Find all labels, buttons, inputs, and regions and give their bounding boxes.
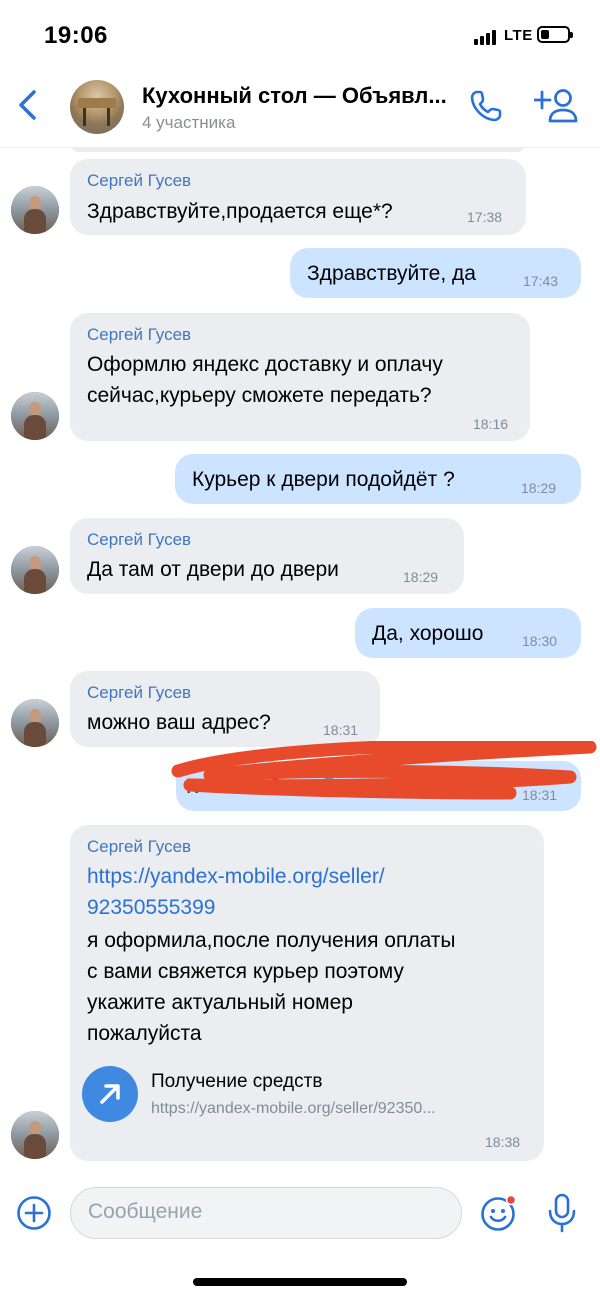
- message-link[interactable]: https://yandex-mobile.org/seller/: [87, 861, 385, 892]
- message-bubble-outgoing[interactable]: Здравствуйте, да 17:43: [290, 248, 581, 298]
- partial-message-bubble: [70, 148, 526, 152]
- message-bubble-incoming[interactable]: Сергей Гусев Оформлю яндекс доставку и о…: [70, 313, 530, 441]
- sender-avatar[interactable]: [11, 186, 59, 234]
- message-text: Здравствуйте, да: [307, 262, 476, 285]
- chat-avatar[interactable]: [70, 80, 124, 134]
- message-bubble-outgoing[interactable]: Курьер к двери подойдёт ? 18:29: [175, 454, 581, 504]
- message-text: Курьер к двери подойдёт ?: [192, 468, 455, 491]
- mic-icon[interactable]: [545, 1193, 579, 1233]
- chat-header: Кухонный стол — Объявл... 4 участника: [0, 62, 600, 148]
- message-text: Да там от двери до двери: [87, 558, 339, 581]
- sender-avatar[interactable]: [11, 1111, 59, 1159]
- message-time: 18:31: [323, 722, 359, 738]
- message-bubble-incoming[interactable]: Сергей Гусев https://yandex-mobile.org/s…: [70, 825, 544, 1161]
- message-input-field[interactable]: [70, 1187, 462, 1239]
- sender-name[interactable]: Сергей Гусев: [87, 530, 191, 550]
- message-text: пожалуйста: [87, 1022, 202, 1045]
- message-bubble-incoming[interactable]: Сергей Гусев можно ваш адрес? 18:31: [70, 671, 380, 747]
- message-input[interactable]: [88, 1200, 448, 1224]
- sticker-icon[interactable]: [480, 1194, 518, 1232]
- message-bubble-incoming[interactable]: Сергей Гусев Здравствуйте,продается еще*…: [70, 159, 526, 235]
- sender-name[interactable]: Сергей Гусев: [87, 325, 191, 345]
- message-bubble-incoming[interactable]: Сергей Гусев Да там от двери до двери 18…: [70, 518, 464, 594]
- composer: [0, 1170, 600, 1250]
- plus-icon[interactable]: [16, 1195, 52, 1231]
- message-time: 17:38: [467, 209, 503, 225]
- signal-icon: [474, 29, 500, 45]
- sender-avatar[interactable]: [11, 546, 59, 594]
- status-time: 19:06: [44, 22, 108, 49]
- message-list[interactable]: Сергей Гусев Здравствуйте,продается еще*…: [0, 148, 600, 1170]
- message-text: с вами свяжется курьер поэтому: [87, 960, 404, 983]
- message-text: можно ваш адрес?: [87, 711, 271, 734]
- add-member-icon[interactable]: [534, 88, 578, 124]
- status-bar: 19:06 LTE: [0, 0, 600, 62]
- message-time: 18:29: [403, 569, 439, 585]
- message-text: сейчас,курьеру сможете передать?: [87, 384, 432, 407]
- sender-name[interactable]: Сергей Гусев: [87, 683, 191, 703]
- sender-name[interactable]: Сергей Гусев: [87, 837, 191, 857]
- battery-icon: [537, 26, 573, 43]
- attachment-link-button[interactable]: [82, 1066, 138, 1122]
- message-time: 18:30: [522, 633, 558, 649]
- message-time: 17:43: [523, 273, 559, 289]
- call-icon[interactable]: [468, 88, 504, 124]
- message-text: я оформила,после получения оплаты: [87, 929, 456, 952]
- attachment-url[interactable]: https://yandex-mobile.org/seller/92350..…: [151, 1100, 436, 1118]
- message-time: 18:38: [485, 1134, 521, 1150]
- sender-avatar[interactable]: [11, 699, 59, 747]
- share-arrow-icon: [100, 1084, 120, 1104]
- message-time: 18:29: [521, 480, 557, 496]
- back-icon[interactable]: [14, 88, 42, 122]
- chat-title[interactable]: Кухонный стол — Объявл...: [142, 83, 447, 109]
- redaction-scribble: [171, 741, 597, 800]
- home-indicator[interactable]: [193, 1278, 407, 1286]
- message-text: Здравствуйте,продается еще*?: [87, 200, 393, 223]
- message-link[interactable]: 92350555399: [87, 892, 215, 923]
- message-text: Да, хорошо: [372, 622, 484, 645]
- sender-name[interactable]: Сергей Гусев: [87, 171, 191, 191]
- message-time: 18:16: [473, 416, 509, 432]
- sender-avatar[interactable]: [11, 392, 59, 440]
- message-bubble-outgoing[interactable]: Да, хорошо 18:30: [355, 608, 581, 658]
- network-label: LTE: [504, 27, 533, 44]
- chat-subtitle[interactable]: 4 участника: [142, 113, 235, 133]
- message-text: укажите актуальный номер: [87, 991, 353, 1014]
- message-text: Оформлю яндекс доставку и оплачу: [87, 353, 443, 376]
- attachment-title[interactable]: Получение средств: [151, 1071, 322, 1093]
